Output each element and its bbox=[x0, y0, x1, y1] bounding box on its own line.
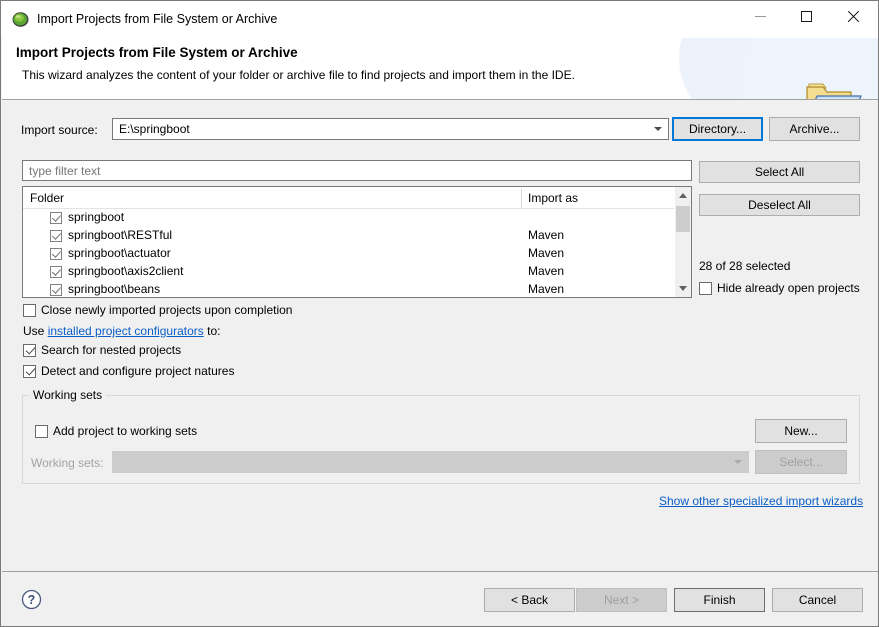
configurators-suffix: to: bbox=[203, 324, 221, 338]
select-working-set-button: Select... bbox=[755, 450, 847, 474]
new-working-set-button[interactable]: New... bbox=[755, 419, 847, 443]
checkbox-box bbox=[23, 303, 36, 317]
chevron-down-icon bbox=[728, 460, 748, 464]
import-source-value: E:\springboot bbox=[119, 122, 190, 136]
projects-tree[interactable]: Folder Import as springboot springboot\R… bbox=[22, 186, 692, 298]
table-row[interactable]: springboot bbox=[23, 209, 691, 227]
add-to-working-sets-label: Add project to working sets bbox=[53, 424, 198, 438]
help-icon[interactable]: ? bbox=[21, 589, 42, 610]
close-newly-imported-label: Close newly imported projects upon compl… bbox=[41, 303, 293, 317]
dialog-body: Import source: E:\springboot Directory..… bbox=[2, 100, 878, 571]
hide-open-projects-label: Hide already open projects bbox=[717, 281, 860, 295]
checkbox-box bbox=[23, 364, 36, 378]
column-divider[interactable] bbox=[521, 189, 522, 208]
column-header-folder[interactable]: Folder bbox=[30, 191, 64, 205]
tree-rows: springboot springboot\RESTful Maven spri… bbox=[23, 209, 691, 297]
configurators-text-row: Use installed project configurators to: bbox=[23, 324, 220, 338]
dialog-footer: ? < Back Next > Finish Cancel bbox=[2, 571, 878, 626]
chevron-up-icon bbox=[679, 193, 687, 198]
scrollbar-thumb[interactable] bbox=[676, 206, 690, 232]
wizard-banner: Import Projects from File System or Arch… bbox=[2, 38, 878, 100]
row-folder: springboot\beans bbox=[68, 282, 161, 296]
row-checkbox[interactable] bbox=[50, 248, 62, 260]
add-to-working-sets-checkbox[interactable]: Add project to working sets bbox=[35, 424, 197, 438]
hide-open-projects-checkbox[interactable]: Hide already open projects bbox=[699, 281, 860, 295]
row-import-as: Maven bbox=[528, 264, 565, 278]
detect-natures-checkbox[interactable]: Detect and configure project natures bbox=[23, 364, 234, 378]
selection-count: 28 of 28 selected bbox=[699, 259, 791, 273]
select-all-button[interactable]: Select All bbox=[699, 161, 860, 183]
chevron-down-icon[interactable] bbox=[648, 127, 668, 131]
filter-input[interactable]: type filter text bbox=[22, 160, 692, 181]
table-row[interactable]: springboot\beans Maven bbox=[23, 281, 691, 297]
detect-natures-label: Detect and configure project natures bbox=[41, 364, 235, 378]
checkbox-box bbox=[699, 281, 712, 295]
deselect-all-button[interactable]: Deselect All bbox=[699, 194, 860, 216]
checkbox-box bbox=[35, 424, 48, 438]
page-description: This wizard analyzes the content of your… bbox=[22, 68, 575, 82]
filter-placeholder: type filter text bbox=[29, 163, 101, 178]
import-source-label: Import source: bbox=[21, 123, 98, 137]
maximize-button[interactable] bbox=[783, 1, 829, 31]
title-bar: Import Projects from File System or Arch… bbox=[1, 1, 878, 38]
search-nested-projects-label: Search for nested projects bbox=[41, 343, 182, 357]
close-button[interactable] bbox=[829, 1, 875, 31]
working-sets-group-title: Working sets bbox=[29, 388, 107, 402]
row-checkbox[interactable] bbox=[50, 284, 62, 296]
svg-text:?: ? bbox=[28, 593, 36, 607]
eclipse-icon bbox=[12, 11, 29, 28]
scroll-down-button[interactable] bbox=[675, 280, 691, 297]
tree-vertical-scrollbar[interactable] bbox=[674, 187, 691, 297]
row-folder: springboot\actuator bbox=[68, 246, 171, 260]
table-row[interactable]: springboot\actuator Maven bbox=[23, 245, 691, 263]
minimize-icon bbox=[754, 15, 766, 17]
close-icon bbox=[846, 10, 859, 23]
maximize-icon bbox=[800, 10, 812, 22]
checkbox-box bbox=[23, 343, 36, 357]
configurators-prefix: Use bbox=[23, 324, 48, 338]
import-wizard-dialog: Import Projects from File System or Arch… bbox=[0, 0, 879, 627]
open-folder-icon bbox=[803, 78, 867, 99]
row-folder: springboot\RESTful bbox=[68, 228, 173, 242]
show-other-import-wizards-link[interactable]: Show other specialized import wizards bbox=[659, 494, 863, 508]
working-sets-label: Working sets: bbox=[31, 456, 104, 470]
row-import-as: Maven bbox=[528, 228, 565, 242]
close-newly-imported-checkbox[interactable]: Close newly imported projects upon compl… bbox=[23, 303, 292, 317]
directory-button[interactable]: Directory... bbox=[672, 117, 763, 141]
row-checkbox[interactable] bbox=[50, 266, 62, 278]
minimize-button[interactable] bbox=[737, 1, 783, 31]
table-row[interactable]: springboot\axis2client Maven bbox=[23, 263, 691, 281]
row-folder: springboot bbox=[68, 210, 125, 224]
finish-button[interactable]: Finish bbox=[674, 588, 765, 612]
next-button: Next > bbox=[576, 588, 667, 612]
scroll-up-button[interactable] bbox=[675, 187, 691, 204]
back-button[interactable]: < Back bbox=[484, 588, 575, 612]
chevron-down-icon bbox=[679, 286, 687, 291]
tree-header: Folder Import as bbox=[23, 187, 691, 209]
row-import-as: Maven bbox=[528, 246, 565, 260]
table-row[interactable]: springboot\RESTful Maven bbox=[23, 227, 691, 245]
archive-button[interactable]: Archive... bbox=[769, 117, 860, 141]
installed-project-configurators-link[interactable]: installed project configurators bbox=[48, 324, 204, 338]
row-folder: springboot\axis2client bbox=[68, 264, 184, 278]
import-source-combo[interactable]: E:\springboot bbox=[112, 118, 669, 140]
page-title: Import Projects from File System or Arch… bbox=[16, 45, 298, 60]
column-header-import-as[interactable]: Import as bbox=[528, 191, 578, 205]
row-import-as: Maven bbox=[528, 282, 565, 296]
working-sets-combo bbox=[112, 451, 749, 473]
row-checkbox[interactable] bbox=[50, 230, 62, 242]
cancel-button[interactable]: Cancel bbox=[772, 588, 863, 612]
search-nested-projects-checkbox[interactable]: Search for nested projects bbox=[23, 343, 181, 357]
window-title: Import Projects from File System or Arch… bbox=[37, 12, 278, 26]
row-checkbox[interactable] bbox=[50, 212, 62, 224]
